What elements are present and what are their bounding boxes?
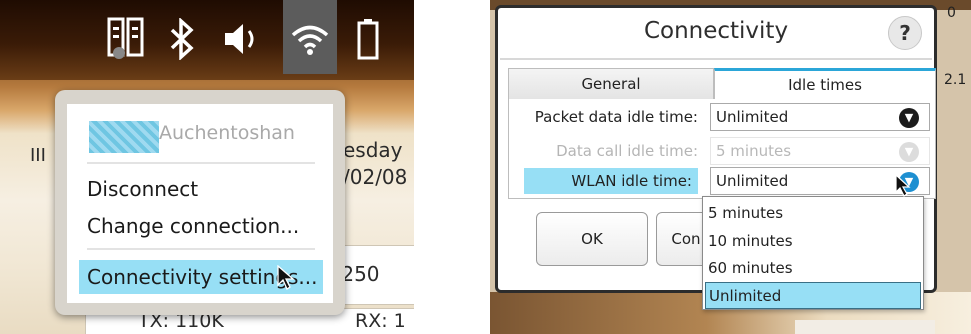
background-date-text: /02/08 <box>343 165 408 189</box>
packet-data-idle-label: Packet data idle time: <box>534 108 698 126</box>
edge-text-mid: 2.1 <box>944 72 967 88</box>
disconnect-item[interactable]: Disconnect <box>87 177 198 201</box>
tab-general[interactable]: General <box>508 68 714 100</box>
data-call-idle-label: Data call idle time: <box>556 142 698 160</box>
popup-divider <box>87 162 315 164</box>
bluetooth-icon[interactable] <box>160 8 204 70</box>
packet-data-idle-select[interactable]: Unlimited ▼ <box>710 103 930 131</box>
change-connection-item[interactable]: Change connection... <box>87 214 299 238</box>
title-divider <box>500 58 932 60</box>
data-call-idle-select: 5 minutes ▼ <box>710 137 930 165</box>
chevron-down-icon: ▼ <box>899 142 919 162</box>
status-bar <box>0 0 414 80</box>
dropdown-option-unlimited[interactable]: Unlimited <box>705 282 921 309</box>
connection-signal-bar <box>89 121 159 153</box>
background-glyph: III <box>30 145 46 166</box>
help-button[interactable]: ? <box>888 16 922 50</box>
connection-name: Auchentoshan <box>159 122 295 144</box>
battery-icon[interactable] <box>346 8 390 70</box>
tab-idle-times[interactable]: Idle times <box>714 68 936 100</box>
dialog-title: Connectivity <box>643 18 789 44</box>
rx-text: RX: 1 <box>355 310 406 332</box>
dropdown-option-60-minutes[interactable]: 60 minutes <box>705 255 921 282</box>
wlan-idle-dropdown: 5 minutes 10 minutes 60 minutes Unlimite… <box>702 196 924 310</box>
ok-button[interactable]: OK <box>536 212 648 266</box>
data-call-idle-value: 5 minutes <box>716 142 792 160</box>
connection-popup: Auchentoshan Disconnect Change connectio… <box>55 90 345 315</box>
background-bottom-card <box>795 320 935 334</box>
right-screenshot: 0 2.1 Connectivity ? General Idle times … <box>490 0 971 334</box>
dropdown-option-5-minutes[interactable]: 5 minutes <box>705 200 921 227</box>
left-screenshot: III esday /02/08 .250 TX: 110K RX: 1 Auc… <box>0 0 414 334</box>
edge-text-top: 0 <box>947 5 956 21</box>
packet-data-idle-value: Unlimited <box>716 108 789 126</box>
wlan-idle-label: WLAN idle time: <box>524 168 698 194</box>
mouse-cursor-icon <box>277 265 295 290</box>
mouse-cursor-icon <box>895 174 911 197</box>
background-day-text: esday <box>343 138 403 162</box>
chevron-down-icon[interactable]: ▼ <box>899 108 919 128</box>
volume-icon[interactable] <box>222 8 266 70</box>
wlan-idle-value: Unlimited <box>716 172 789 190</box>
dropdown-option-10-minutes[interactable]: 10 minutes <box>705 228 921 255</box>
popup-divider <box>87 248 315 250</box>
wifi-icon[interactable] <box>288 8 332 70</box>
network-usage-icon[interactable] <box>104 8 148 70</box>
